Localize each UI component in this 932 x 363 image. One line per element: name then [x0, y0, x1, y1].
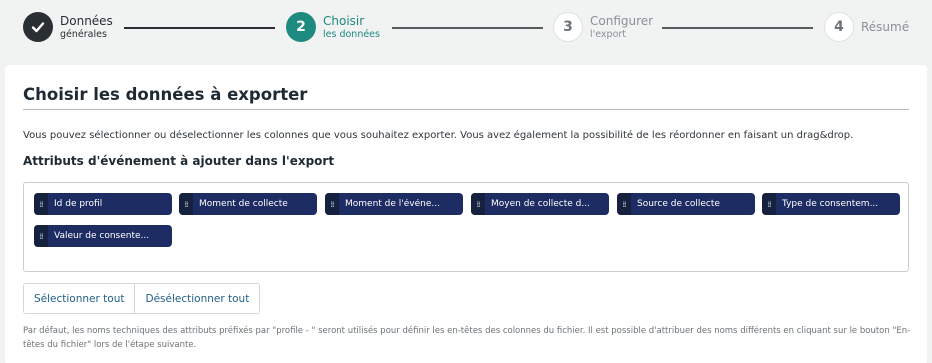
chip-label: Type de consentem... — [782, 199, 879, 209]
chip-label: Id de profil — [54, 199, 103, 209]
step-donnees-generales[interactable]: Données générales — [23, 12, 113, 42]
section-title: Attributs d'événement à ajouter dans l'e… — [23, 154, 335, 168]
select-all-button[interactable]: Sélectionner tout — [24, 284, 135, 313]
step-choisir[interactable]: 2 Choisir les données — [286, 12, 380, 42]
step-number: 4 — [824, 12, 854, 42]
drag-handle-icon[interactable]: ⁞⁞ — [34, 225, 48, 247]
attribute-chip[interactable]: ⁞⁞ Type de consentem... — [762, 193, 900, 215]
step-subtitle: les données — [323, 28, 380, 40]
step-subtitle: générales — [60, 28, 107, 40]
drag-handle-icon[interactable]: ⁞⁞ — [617, 193, 631, 215]
attribute-chip[interactable]: ⁞⁞ Moyen de collecte d... — [471, 193, 609, 215]
drag-handle-icon[interactable]: ⁞⁞ — [34, 193, 48, 215]
chip-label: Moyen de collecte d... — [491, 199, 590, 209]
checkmark-icon — [23, 12, 53, 42]
drag-handle-icon[interactable]: ⁞⁞ — [762, 193, 776, 215]
step-subtitle: l'export — [590, 28, 627, 40]
drag-handle-icon[interactable]: ⁞⁞ — [179, 193, 193, 215]
chip-label: Source de collecte — [637, 199, 720, 209]
stepper: Données générales 2 Choisir les données … — [0, 0, 932, 56]
step-number: 3 — [553, 12, 583, 42]
info-note: Par défaut, les noms techniques des attr… — [23, 326, 911, 350]
export-card: Choisir les données à exporter Vous pouv… — [5, 65, 927, 363]
attribute-chip[interactable]: ⁞⁞ Id de profil — [34, 193, 172, 215]
step-connector — [392, 27, 543, 29]
step-resume[interactable]: 4 Résumé — [824, 12, 909, 42]
chip-label: Moment de l'événe... — [345, 199, 440, 209]
attributes-dropzone[interactable]: ⁞⁞ Id de profil ⁞⁞ Moment de collecte ⁞⁞… — [23, 182, 909, 272]
drag-handle-icon[interactable]: ⁞⁞ — [325, 193, 339, 215]
attribute-chip[interactable]: ⁞⁞ Moment de l'événe... — [325, 193, 463, 215]
attribute-chip[interactable]: ⁞⁞ Source de collecte — [617, 193, 755, 215]
step-number: 2 — [286, 12, 316, 42]
step-title: Données — [60, 13, 113, 28]
attribute-chip[interactable]: ⁞⁞ Valeur de consente... — [34, 225, 172, 247]
page-title: Choisir les données à exporter — [23, 85, 308, 104]
step-connector — [124, 27, 275, 29]
step-title: Configurer — [590, 13, 654, 28]
attribute-chip[interactable]: ⁞⁞ Moment de collecte — [179, 193, 317, 215]
drag-handle-icon[interactable]: ⁞⁞ — [471, 193, 485, 215]
step-connector — [662, 27, 813, 29]
deselect-all-button[interactable]: Désélectionner tout — [134, 284, 260, 313]
chip-label: Moment de collecte — [199, 199, 288, 209]
step-title: Choisir — [323, 13, 365, 28]
selection-buttons: Sélectionner tout Désélectionner tout — [23, 283, 261, 314]
description: Vous pouvez sélectionner ou déselectionn… — [23, 130, 854, 141]
step-title: Résumé — [861, 20, 910, 34]
step-configurer[interactable]: 3 Configurer l'export — [553, 12, 653, 42]
chip-label: Valeur de consente... — [54, 231, 150, 241]
divider — [23, 109, 909, 110]
